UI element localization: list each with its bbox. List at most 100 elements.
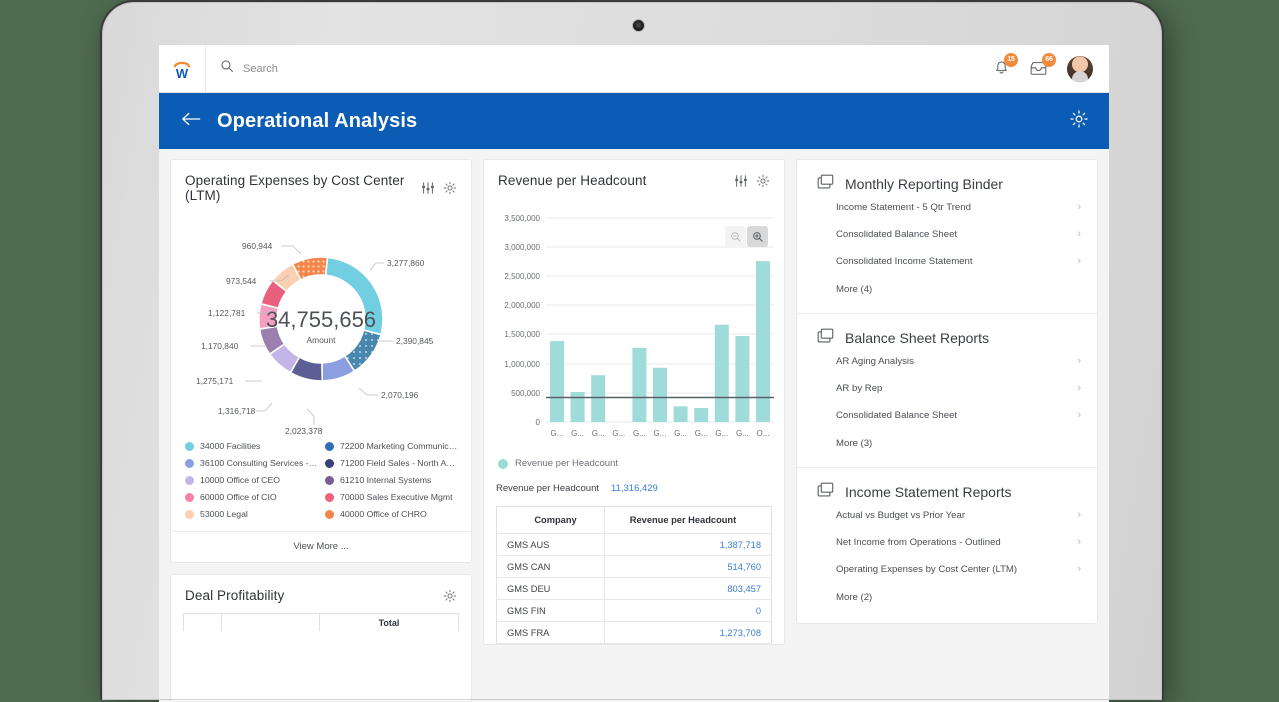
cell-text: GMS FIN xyxy=(507,605,546,616)
legend-color-swatch xyxy=(325,492,334,502)
tablet-frame: W Search 15 66 Operational Analysis Oper… xyxy=(100,0,1164,702)
legend-item[interactable]: 34000 Facilities xyxy=(185,441,319,451)
search-icon xyxy=(220,59,234,78)
gear-icon[interactable] xyxy=(756,174,770,188)
binder-more-row[interactable]: More (3) xyxy=(797,429,1097,455)
y-axis-tick: 1,500,000 xyxy=(504,330,540,339)
inbox-button[interactable]: 66 xyxy=(1029,53,1056,77)
legend-item[interactable]: 72200 Marketing Communicat... xyxy=(325,441,459,451)
kpi-value[interactable]: 11,316,429 xyxy=(611,483,658,494)
card-title: Revenue per Headcount xyxy=(498,173,647,188)
x-axis-tick: O... xyxy=(757,429,770,438)
binder-item-label: Operating Expenses by Cost Center (LTM) xyxy=(836,564,1018,575)
avatar[interactable] xyxy=(1067,55,1093,82)
binder-item[interactable]: Income Statement - 5 Qtr Trend › xyxy=(797,194,1097,221)
bar-chart: 3,500,000 3,000,000 2,500,000 2,000,000 … xyxy=(484,188,784,454)
back-arrow-icon[interactable] xyxy=(181,111,201,132)
table-row[interactable]: GMS CAN 514,760 xyxy=(497,556,771,578)
bar xyxy=(591,375,606,422)
cell-text: GMS FRA xyxy=(507,627,550,638)
cell-value[interactable]: 1,273,708 xyxy=(720,628,761,638)
binder-section-title: Balance Sheet Reports xyxy=(845,330,989,346)
binder-item[interactable]: Consolidated Balance Sheet › xyxy=(797,402,1097,429)
cell-value[interactable]: 0 xyxy=(756,606,761,616)
table-row[interactable]: GMS FIN 0 xyxy=(497,600,771,622)
legend-label: Revenue per Headcount xyxy=(515,458,618,469)
binder-item[interactable]: AR by Rep › xyxy=(797,375,1097,402)
binder-more-row[interactable]: More (2) xyxy=(797,583,1097,609)
legend-item[interactable]: 70000 Sales Executive Mgmt xyxy=(325,492,459,502)
donut-center-label: Amount xyxy=(307,335,337,345)
legend-label: 34000 Facilities xyxy=(200,441,261,451)
binder-more-row[interactable]: More (4) xyxy=(797,275,1097,301)
binder-item[interactable]: AR Aging Analysis › xyxy=(797,348,1097,375)
legend-label: 60000 Office of CIO xyxy=(200,492,277,502)
binder-item-label: Income Statement - 5 Qtr Trend xyxy=(836,202,971,213)
legend-item[interactable]: 53000 Legal xyxy=(185,509,319,519)
cell-value[interactable]: 803,457 xyxy=(727,584,761,594)
binder-item[interactable]: Actual vs Budget vs Prior Year › xyxy=(797,502,1097,529)
table-row[interactable]: GMS FRA 1,273,708 xyxy=(497,622,771,644)
view-more-button[interactable]: View More ... xyxy=(171,531,471,562)
sliders-icon[interactable] xyxy=(421,181,435,195)
legend-item[interactable]: 10000 Office of CEO xyxy=(185,475,319,485)
binder-item-label: Consolidated Balance Sheet xyxy=(836,229,958,240)
chevron-right-icon: › xyxy=(1077,382,1081,394)
binder-item[interactable]: Consolidated Income Statement › xyxy=(797,248,1097,275)
gear-icon[interactable] xyxy=(443,181,457,195)
search-input[interactable]: Search xyxy=(206,59,993,78)
zoom-in-button[interactable] xyxy=(747,226,768,247)
column-header-revenue: Revenue per Headcount xyxy=(629,515,737,525)
legend-item[interactable]: 61210 Internal Systems xyxy=(325,475,459,485)
y-axis-tick: 500,000 xyxy=(511,389,540,398)
series-legend[interactable]: Revenue per Headcount xyxy=(484,454,784,469)
deal-profitability-table: Total xyxy=(183,613,459,631)
table-cell-company: GMS CAN xyxy=(497,556,605,577)
legend-item[interactable]: 40000 Office of CHRO xyxy=(325,509,459,519)
table-cell-value: 0 xyxy=(605,600,771,621)
cell-value[interactable]: 1,387,718 xyxy=(720,540,761,550)
legend-item[interactable]: 71200 Field Sales - North Ame... xyxy=(325,458,459,468)
table-header-row: Total xyxy=(184,614,458,631)
binder-item[interactable]: Operating Expenses by Cost Center (LTM) … xyxy=(797,556,1097,583)
binder-more-label: More (3) xyxy=(836,437,873,449)
binder-section: Monthly Reporting Binder Income Statemen… xyxy=(797,160,1097,314)
binder-item[interactable]: Consolidated Balance Sheet › xyxy=(797,221,1097,248)
binder-section-title: Monthly Reporting Binder xyxy=(845,176,1003,192)
gear-icon[interactable] xyxy=(443,589,457,603)
table-header-cell: Company xyxy=(497,507,605,533)
legend-item[interactable]: 36100 Consulting Services - N... xyxy=(185,458,319,468)
right-column: Monthly Reporting Binder Income Statemen… xyxy=(796,159,1098,702)
x-axis-tick: G... xyxy=(736,429,749,438)
table-header-cell-total: Total xyxy=(378,617,400,628)
legend-label: 70000 Sales Executive Mgmt xyxy=(340,492,453,502)
sliders-icon[interactable] xyxy=(734,174,748,188)
cell-text: GMS DEU xyxy=(507,583,551,594)
binder-more-label: More (4) xyxy=(836,283,873,295)
card-title: Operating Expenses by Cost Center (LTM) xyxy=(185,173,405,203)
donut-value-label: 960,944 xyxy=(242,241,273,251)
chevron-right-icon: › xyxy=(1077,509,1081,521)
table-row[interactable]: GMS AUS 1,387,718 xyxy=(497,534,771,556)
legend-label: 10000 Office of CEO xyxy=(200,475,281,485)
donut-value-label: 1,316,718 xyxy=(218,406,256,416)
page-header: Operational Analysis xyxy=(159,93,1109,149)
card-header: Deal Profitability xyxy=(171,575,471,603)
legend-item[interactable]: 60000 Office of CIO xyxy=(185,492,319,502)
revenue-table: Company Revenue per Headcount GMS AUS 1,… xyxy=(496,506,772,644)
workday-logo-icon[interactable]: W xyxy=(159,45,206,92)
card-header-actions xyxy=(443,589,457,603)
table-row[interactable]: GMS DEU 803,457 xyxy=(497,578,771,600)
deal-profitability-card: Deal Profitability Total xyxy=(170,574,472,702)
table-cell-value: 514,760 xyxy=(605,556,771,577)
chevron-right-icon: › xyxy=(1077,355,1081,367)
cell-value[interactable]: 514,760 xyxy=(727,562,761,572)
header-settings-gear-icon[interactable] xyxy=(1069,109,1089,134)
y-axis-tick: 3,000,000 xyxy=(504,243,540,252)
binder-section-header: Balance Sheet Reports xyxy=(797,328,1097,348)
zoom-out-button[interactable] xyxy=(725,226,746,247)
binder-item[interactable]: Net Income from Operations - Outlined › xyxy=(797,529,1097,556)
bar xyxy=(673,406,688,422)
notifications-button[interactable]: 15 xyxy=(993,53,1018,77)
y-axis-tick: 2,500,000 xyxy=(504,272,540,281)
